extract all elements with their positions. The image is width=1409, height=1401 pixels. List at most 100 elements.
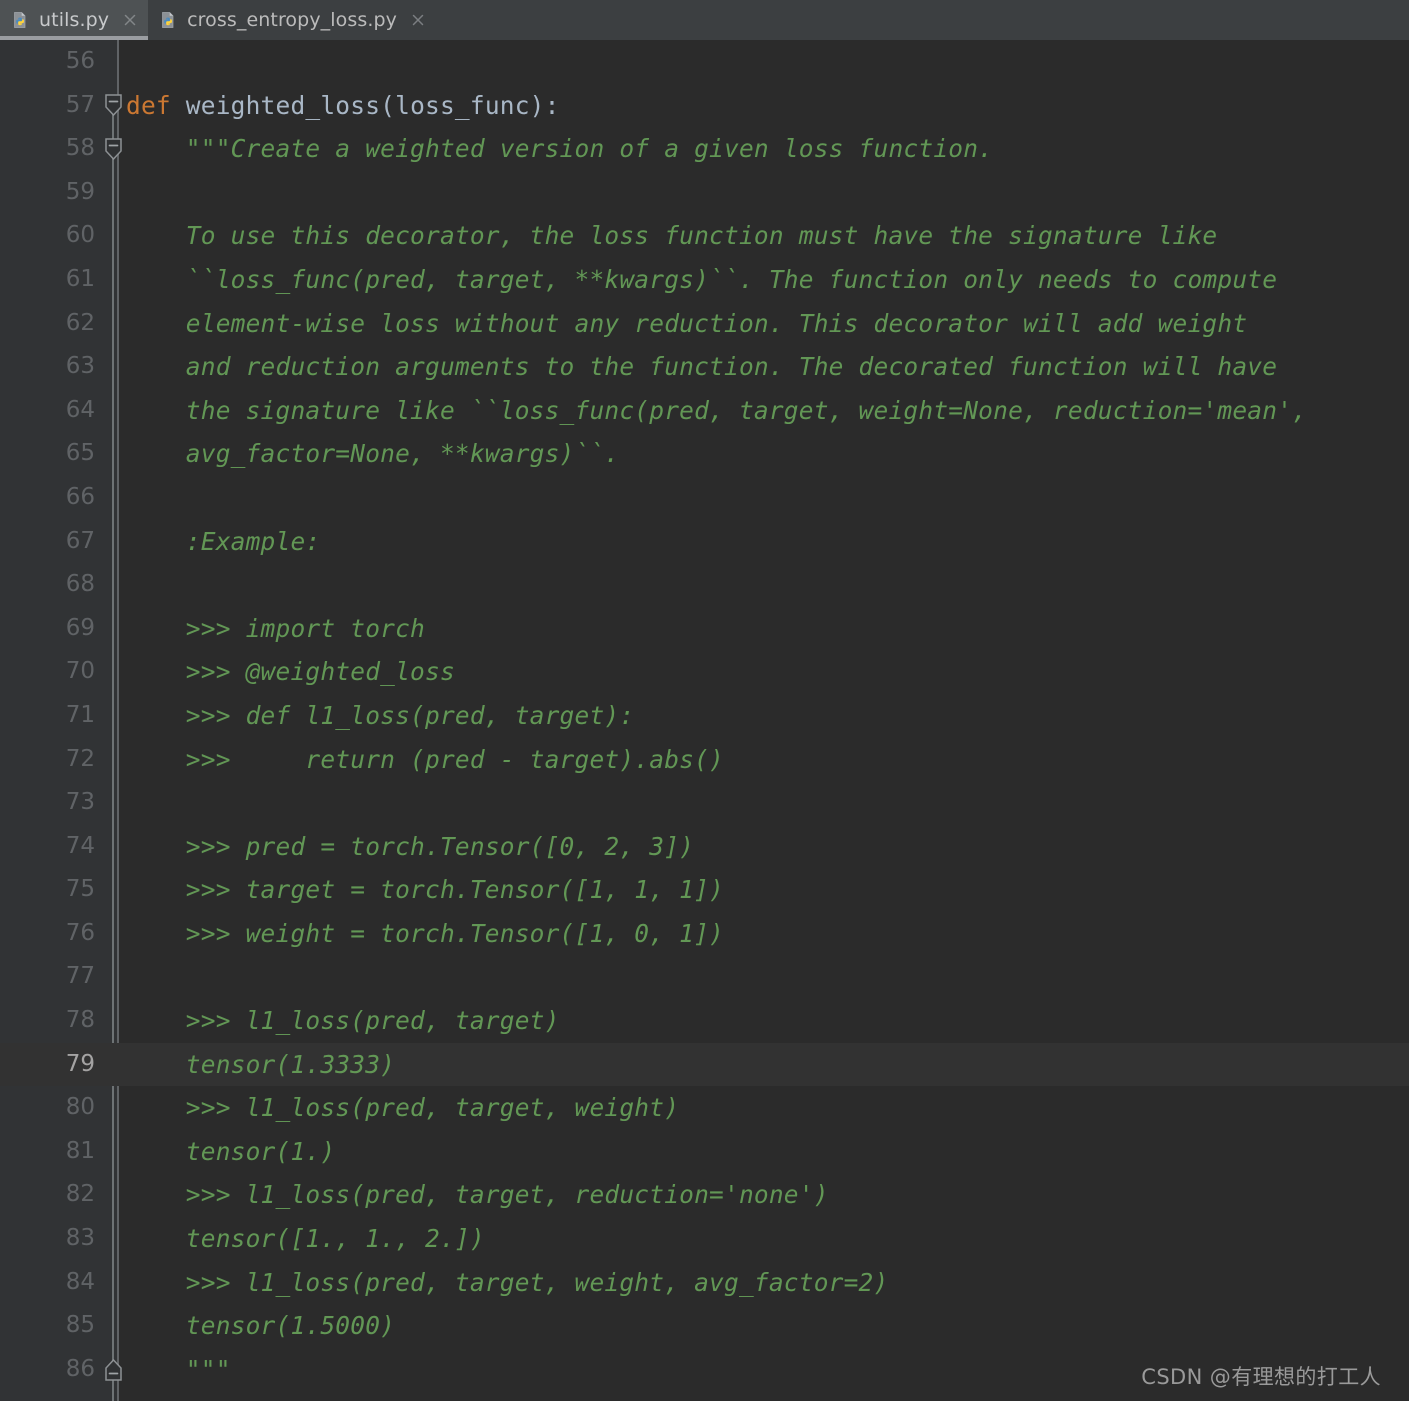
line-number[interactable]: 84 — [0, 1261, 95, 1305]
code-line-text: >>> import torch — [126, 607, 425, 651]
line-number[interactable]: 65 — [0, 432, 95, 476]
code-token-doc: element-wise loss without any reduction.… — [126, 308, 1248, 338]
code-line[interactable]: 57 def weighted_loss(loss_func): — [0, 84, 1409, 128]
fold-end-icon[interactable] — [103, 1358, 124, 1382]
fold-expand-icon[interactable] — [103, 137, 124, 161]
close-icon[interactable] — [410, 12, 426, 28]
code-line[interactable]: 72 >>> return (pred - target).abs() — [0, 738, 1409, 782]
line-number[interactable]: 70 — [0, 650, 95, 694]
code-token-doc: tensor(1.3333) — [126, 1049, 396, 1079]
code-line[interactable]: 80 >>> l1_loss(pred, target, weight) — [0, 1086, 1409, 1130]
line-number[interactable]: 64 — [0, 389, 95, 433]
line-number[interactable]: 73 — [0, 781, 95, 825]
code-line[interactable]: 78 >>> l1_loss(pred, target) — [0, 999, 1409, 1043]
code-lines-container: 56 57 def weighted_loss(loss_func): 58 """… — [0, 40, 1409, 1391]
line-number[interactable]: 80 — [0, 1086, 95, 1130]
code-line[interactable]: 82 >>> l1_loss(pred, target, reduction='… — [0, 1173, 1409, 1217]
code-token-doc: avg_factor=None, **kwargs)``. — [126, 439, 620, 469]
code-line[interactable]: 79 tensor(1.3333) — [0, 1042, 1409, 1087]
code-line[interactable]: 75 >>> target = torch.Tensor([1, 1, 1]) — [0, 868, 1409, 912]
code-line[interactable]: 64 the signature like ``loss_func(pred, … — [0, 389, 1409, 433]
code-line-text: >>> pred = torch.Tensor([0, 2, 3]) — [126, 825, 694, 869]
code-line[interactable]: 58 """Create a weighted version of a giv… — [0, 127, 1409, 171]
line-number[interactable]: 78 — [0, 999, 95, 1043]
line-number[interactable]: 71 — [0, 694, 95, 738]
line-number[interactable]: 62 — [0, 302, 95, 346]
line-number[interactable]: 60 — [0, 214, 95, 258]
code-line[interactable]: 70 >>> @weighted_loss — [0, 650, 1409, 694]
line-number[interactable]: 77 — [0, 955, 95, 999]
code-token-doc: >>> l1_loss(pred, target, weight) — [126, 1093, 680, 1123]
line-number[interactable]: 67 — [0, 520, 95, 564]
code-token-doc: :Example: — [126, 526, 321, 556]
line-number[interactable]: 56 — [0, 40, 95, 84]
line-number[interactable]: 85 — [0, 1304, 95, 1348]
code-token-doc: and reduction arguments to the function.… — [126, 352, 1278, 382]
code-token-doc: """Create a weighted version of a given … — [126, 134, 994, 164]
line-number[interactable]: 83 — [0, 1217, 95, 1261]
code-token-kw: def — [126, 90, 171, 120]
code-line[interactable]: 81 tensor(1.) — [0, 1130, 1409, 1174]
code-editor[interactable]: 56 57 def weighted_loss(loss_func): 58 """… — [0, 40, 1409, 1401]
code-line[interactable]: 66 — [0, 476, 1409, 520]
code-line[interactable]: 77 — [0, 955, 1409, 999]
code-token-doc: tensor(1.) — [126, 1136, 336, 1166]
line-number[interactable]: 79 — [0, 1043, 95, 1087]
line-number[interactable]: 68 — [0, 563, 95, 607]
code-line-text: To use this decorator, the loss function… — [126, 214, 1217, 258]
code-line[interactable]: 69 >>> import torch — [0, 607, 1409, 651]
line-number[interactable]: 69 — [0, 607, 95, 651]
line-number[interactable]: 59 — [0, 171, 95, 215]
line-number[interactable]: 81 — [0, 1130, 95, 1174]
code-token-doc: ``loss_func(pred, target, **kwargs)``. T… — [126, 264, 1278, 294]
code-line[interactable]: 67 :Example: — [0, 520, 1409, 564]
code-line[interactable]: 84 >>> l1_loss(pred, target, weight, avg… — [0, 1261, 1409, 1305]
fold-expand-icon[interactable] — [103, 93, 124, 117]
code-token-doc: >>> import torch — [126, 613, 426, 643]
code-line[interactable]: 73 — [0, 781, 1409, 825]
line-number[interactable]: 72 — [0, 738, 95, 782]
code-token-doc: tensor(1.5000) — [126, 1311, 396, 1341]
code-line-text: >>> l1_loss(pred, target, reduction='non… — [126, 1173, 829, 1217]
code-line-text: avg_factor=None, **kwargs)``. — [126, 432, 619, 476]
code-token-doc: """ — [126, 1354, 231, 1384]
code-line[interactable]: 60 To use this decorator, the loss funct… — [0, 214, 1409, 258]
line-number[interactable]: 58 — [0, 127, 95, 171]
code-line[interactable]: 61 ``loss_func(pred, target, **kwargs)``… — [0, 258, 1409, 302]
code-line[interactable]: 71 >>> def l1_loss(pred, target): — [0, 694, 1409, 738]
code-line[interactable]: 83 tensor([1., 1., 2.]) — [0, 1217, 1409, 1261]
close-icon[interactable] — [122, 12, 138, 28]
editor-tab-utils-py[interactable]: utils.py — [0, 0, 149, 40]
code-line[interactable]: 62 element-wise loss without any reducti… — [0, 302, 1409, 346]
line-number[interactable]: 57 — [0, 84, 95, 128]
code-token-fn: weighted_loss(loss_func): — [170, 90, 560, 120]
code-line[interactable]: 59 — [0, 171, 1409, 215]
code-line-text: >>> weight = torch.Tensor([1, 0, 1]) — [126, 912, 724, 956]
code-token-doc: >>> weight = torch.Tensor([1, 0, 1]) — [126, 918, 725, 948]
line-number[interactable]: 63 — [0, 345, 95, 389]
line-number[interactable]: 61 — [0, 258, 95, 302]
line-number[interactable]: 75 — [0, 868, 95, 912]
editor-tab-cross_entropy_loss-py[interactable]: cross_entropy_loss.py — [148, 0, 436, 40]
code-line-text: ``loss_func(pred, target, **kwargs)``. T… — [126, 258, 1277, 302]
code-line-text: def weighted_loss(loss_func): — [126, 84, 560, 128]
line-number[interactable]: 74 — [0, 825, 95, 869]
code-line-text: >>> @weighted_loss — [126, 650, 455, 694]
code-line[interactable]: 68 — [0, 563, 1409, 607]
code-line[interactable]: 63 and reduction arguments to the functi… — [0, 345, 1409, 389]
code-line[interactable]: 74 >>> pred = torch.Tensor([0, 2, 3]) — [0, 825, 1409, 869]
python-file-icon — [12, 11, 30, 29]
line-number[interactable]: 86 — [0, 1348, 95, 1392]
code-line[interactable]: 76 >>> weight = torch.Tensor([1, 0, 1]) — [0, 912, 1409, 956]
line-number[interactable]: 82 — [0, 1173, 95, 1217]
line-number[interactable]: 76 — [0, 912, 95, 956]
code-line-text: element-wise loss without any reduction.… — [126, 302, 1247, 346]
editor-tab-label: cross_entropy_loss.py — [187, 9, 398, 31]
code-line-text: tensor(1.5000) — [126, 1304, 395, 1348]
code-line[interactable]: 56 — [0, 40, 1409, 84]
code-token-doc: >>> l1_loss(pred, target, reduction='non… — [126, 1180, 829, 1210]
code-line[interactable]: 65 avg_factor=None, **kwargs)``. — [0, 432, 1409, 476]
line-number[interactable]: 66 — [0, 476, 95, 520]
code-line-text: >>> def l1_loss(pred, target): — [126, 694, 634, 738]
code-line[interactable]: 85 tensor(1.5000) — [0, 1304, 1409, 1348]
